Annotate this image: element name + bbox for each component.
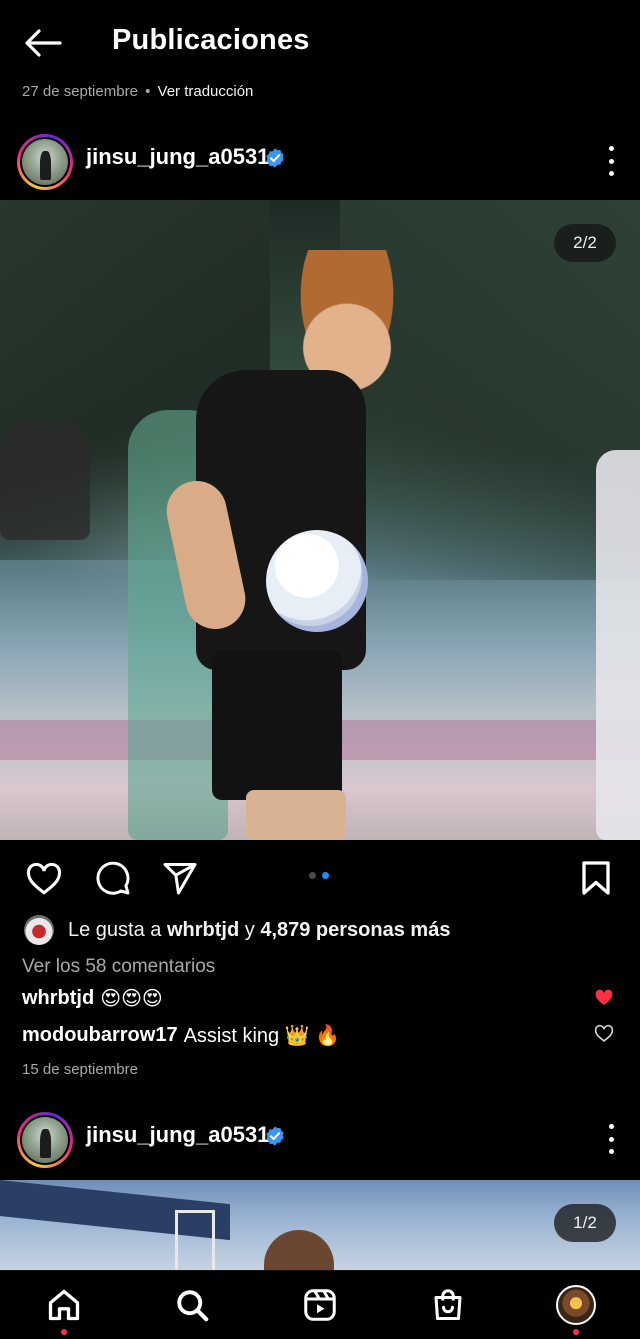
paper-plane-icon <box>163 863 197 895</box>
liker-avatar <box>24 915 54 945</box>
post-actions <box>0 840 640 912</box>
author-avatar[interactable] <box>17 1112 73 1168</box>
post-header: jinsu_jung_a0531 <box>0 1106 640 1176</box>
comment-icon <box>96 861 130 895</box>
pager-dot <box>309 872 316 879</box>
nav-home[interactable] <box>44 1285 84 1325</box>
comment-text: Assist king 👑 🔥 <box>183 1025 341 1047</box>
arrow-left-icon <box>25 29 62 57</box>
likes-connector: y <box>244 918 255 941</box>
post-date: 15 de septiembre <box>22 1061 138 1078</box>
author-username[interactable]: jinsu_jung_a0531 <box>86 144 269 170</box>
view-comments-link[interactable]: Ver los 58 comentarios <box>22 956 215 978</box>
profile-avatar <box>556 1285 596 1325</box>
page-title: Publicaciones <box>112 24 310 56</box>
reels-icon <box>304 1289 336 1321</box>
comment-username[interactable]: modoubarrow17 <box>22 1024 178 1047</box>
likes-summary[interactable]: Le gusta a whrbtjd y 4,879 personas más <box>24 914 450 946</box>
previous-post-date: 27 de septiembre <box>22 83 138 100</box>
comment-item: modoubarrow17 Assist king 👑 🔥 <box>22 1023 340 1048</box>
verified-badge-icon <box>266 1126 284 1146</box>
likes-prefix: Le gusta a <box>68 918 162 941</box>
comment-text: 😍😍😍 <box>100 988 163 1010</box>
likes-text: Le gusta a whrbtjd y 4,879 personas más <box>68 919 450 942</box>
heart-filled-icon[interactable] <box>594 987 614 1007</box>
previous-post-meta: 27 de septiembre • Ver traducción <box>22 83 253 100</box>
post-image[interactable]: 1/2 <box>0 1180 640 1270</box>
back-button[interactable] <box>22 25 64 61</box>
nav-search[interactable] <box>172 1285 212 1325</box>
notification-dot <box>61 1329 67 1335</box>
comment-button[interactable] <box>93 858 133 898</box>
nav-shop[interactable] <box>428 1285 468 1325</box>
like-button[interactable] <box>24 858 64 898</box>
save-button[interactable] <box>576 858 616 898</box>
search-icon <box>177 1290 209 1322</box>
carousel-counter: 2/2 <box>554 224 616 262</box>
nav-profile[interactable] <box>556 1285 596 1325</box>
top-bar: Publicaciones <box>0 0 640 86</box>
comment-username[interactable]: whrbtjd <box>22 987 94 1010</box>
nav-reels[interactable] <box>300 1285 340 1325</box>
comment-item: whrbtjd 😍😍😍 <box>22 986 163 1011</box>
share-button[interactable] <box>160 858 200 898</box>
more-options-button[interactable] <box>604 1124 618 1154</box>
verified-badge-icon <box>266 148 284 168</box>
see-translation-link[interactable]: Ver traducción <box>158 83 254 100</box>
notification-dot <box>573 1329 579 1335</box>
author-avatar[interactable] <box>17 134 73 190</box>
post-image[interactable]: 2/2 <box>0 200 640 840</box>
bottom-navigation <box>0 1270 640 1339</box>
author-username[interactable]: jinsu_jung_a0531 <box>86 1122 269 1148</box>
heart-icon <box>26 862 62 895</box>
carousel-counter: 1/2 <box>554 1204 616 1242</box>
carousel-pager <box>309 872 329 879</box>
liker-username[interactable]: whrbtjd <box>167 919 239 941</box>
bookmark-icon <box>582 861 610 895</box>
more-options-button[interactable] <box>604 146 618 176</box>
likes-count[interactable]: 4,879 personas más <box>260 919 450 941</box>
heart-icon[interactable] <box>594 1023 614 1043</box>
pager-dot-active <box>322 872 329 879</box>
shopping-bag-icon <box>434 1289 462 1320</box>
post-header: jinsu_jung_a0531 <box>0 128 640 198</box>
home-icon <box>48 1289 80 1321</box>
separator: • <box>145 83 151 100</box>
